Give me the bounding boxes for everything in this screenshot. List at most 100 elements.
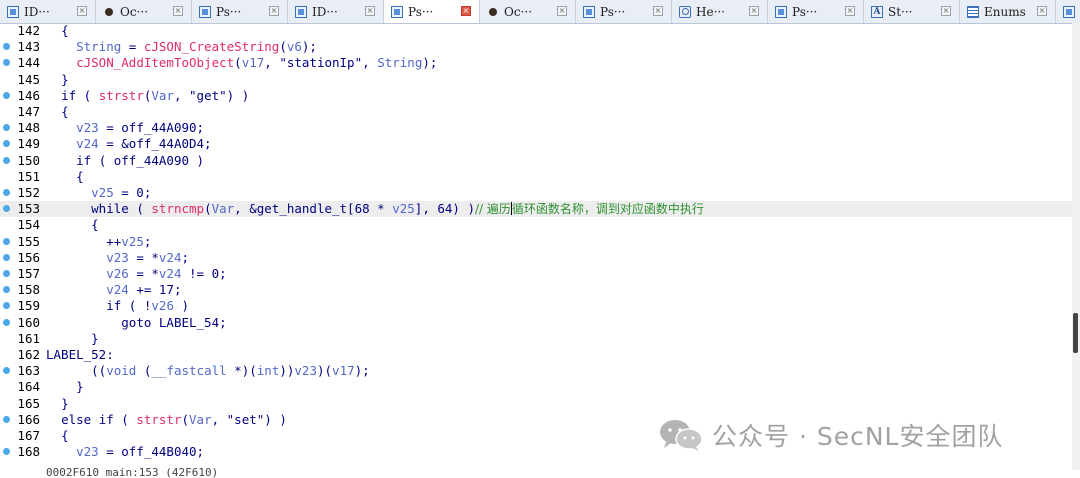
code-text: cJSON_AddItemToObject(v17, "stationIp", …	[46, 55, 437, 71]
tab-4[interactable]: Ps··· ×	[384, 0, 480, 23]
scrollbar-thumb[interactable]	[1073, 313, 1078, 353]
code-text: if ( off_44A090 )	[46, 153, 204, 169]
close-icon[interactable]: ×	[365, 6, 375, 16]
tab-11[interactable]: Im···×	[1056, 0, 1080, 23]
code-token: "stationIp"	[279, 55, 363, 71]
code-line[interactable]: 159 if ( !v26 )	[0, 298, 1072, 314]
wechat-icon	[658, 418, 704, 452]
code-token: = 0;	[113, 185, 152, 200]
close-icon[interactable]: ×	[461, 6, 471, 16]
tab-7[interactable]: He··· ×	[672, 0, 768, 23]
code-line[interactable]: 165 }	[0, 396, 1072, 412]
close-icon[interactable]: ×	[557, 6, 567, 16]
code-line[interactable]: 147 {	[0, 104, 1072, 120]
close-icon[interactable]: ×	[941, 6, 951, 16]
code-token: v23	[294, 363, 317, 379]
code-token: strncmp	[151, 201, 205, 217]
code-text: while ( strncmp(Var, &get_handle_t[68 * …	[46, 201, 704, 217]
code-token: (	[128, 201, 152, 217]
code-token: ( off_44A090 )	[91, 152, 205, 168]
code-token: (	[204, 201, 212, 217]
tab-label: St···	[888, 4, 913, 19]
line-number: 159	[17, 298, 40, 314]
current-code-line[interactable]: 153 while ( strncmp(Var, &get_handle_t[6…	[0, 201, 1072, 218]
tab-8[interactable]: Ps··· ×	[768, 0, 864, 23]
close-icon[interactable]: ×	[269, 6, 279, 16]
code-line[interactable]: 160 goto LABEL_54;	[0, 315, 1072, 331]
code-line[interactable]: 164 }	[0, 379, 1072, 395]
code-line[interactable]: 154 {	[0, 217, 1072, 233]
close-icon[interactable]: ×	[173, 6, 183, 16]
code-line[interactable]: 157 v26 = *v24 != 0;	[0, 266, 1072, 282]
line-number: 146	[17, 87, 40, 103]
code-token: {	[61, 428, 69, 443]
line-number: 153	[17, 201, 40, 217]
code-text: ((void (__fastcall *)(int))v23)(v17);	[46, 363, 370, 379]
close-icon[interactable]: ×	[749, 6, 759, 16]
code-line[interactable]: 148 v23 = off_44A090;	[0, 120, 1072, 136]
code-line[interactable]: 143 String = cJSON_CreateString(v6);	[0, 39, 1072, 55]
doc-icon	[7, 5, 19, 18]
code-line[interactable]: 151 {	[0, 169, 1072, 185]
code-token: while	[91, 201, 129, 217]
code-line[interactable]: 156 v23 = *v24;	[0, 250, 1072, 266]
code-token: cJSON_CreateString	[143, 39, 280, 55]
code-token: = off_44A090;	[98, 120, 205, 136]
code-line[interactable]: 162 LABEL_52:	[0, 347, 1072, 363]
tab-1[interactable]: Oc··· ×	[96, 0, 192, 23]
code-text: v24 = &off_44A0D4;	[46, 136, 212, 152]
code-token: void	[106, 363, 137, 379]
tab-3[interactable]: ID··· ×	[288, 0, 384, 23]
code-line[interactable]: 144 cJSON_AddItemToObject(v17, "stationI…	[0, 55, 1072, 71]
tab-label: Oc···	[120, 4, 149, 19]
tab-5[interactable]: Oc··· ×	[480, 0, 576, 23]
enum-icon	[967, 5, 979, 18]
code-token: = &off_44A0D4;	[98, 136, 212, 152]
line-number: 152	[17, 185, 40, 200]
code-token: String	[76, 39, 122, 55]
code-line[interactable]: 161 }	[0, 331, 1072, 347]
close-icon[interactable]: ×	[653, 6, 663, 16]
close-icon[interactable]: ×	[1037, 6, 1047, 16]
code-line[interactable]: 145 }	[0, 72, 1072, 88]
tab-6[interactable]: Ps··· ×	[576, 0, 672, 23]
code-line[interactable]: 155 ++v25;	[0, 234, 1072, 250]
code-token: {	[91, 217, 99, 233]
line-number: 157	[17, 266, 40, 281]
code-line[interactable]: 150 if ( off_44A090 )	[0, 153, 1072, 169]
code-line[interactable]: 158 v24 += 17;	[0, 282, 1072, 298]
code-text: }	[46, 379, 84, 395]
code-token: v24	[106, 282, 129, 298]
status-bar-address: 0002F610 main:153 (42F610)	[46, 468, 219, 478]
line-number: 162	[17, 347, 40, 362]
code-token: v23	[76, 120, 99, 136]
tab-9[interactable]: A St··· ×	[864, 0, 960, 23]
code-line[interactable]: 142 {	[0, 23, 1072, 39]
line-number: 154	[17, 217, 40, 233]
code-token: (	[76, 87, 99, 103]
code-token: v25	[91, 185, 114, 200]
code-line[interactable]: 149 v24 = &off_44A0D4;	[0, 136, 1072, 152]
code-token: );	[354, 363, 370, 379]
close-icon[interactable]: ×	[845, 6, 855, 16]
tab-label: Ps···	[600, 4, 626, 19]
tab-10[interactable]: Enums ×	[960, 0, 1056, 23]
code-line[interactable]: 152 v25 = 0;	[0, 185, 1072, 201]
code-token: goto LABEL_54;	[121, 314, 227, 330]
tab-2[interactable]: Ps··· ×	[192, 0, 288, 23]
line-number: 147	[17, 104, 40, 119]
code-line[interactable]: 146 if ( strstr(Var, "get") )	[0, 88, 1072, 104]
vertical-scrollbar[interactable]	[1072, 23, 1080, 470]
code-token: ,	[362, 55, 378, 71]
code-token: }	[61, 71, 69, 87]
code-text: {	[46, 217, 99, 233]
line-number: 168	[17, 444, 40, 460]
line-number: 164	[17, 379, 40, 395]
code-line[interactable]: 163 ((void (__fastcall *)(int))v23)(v17)…	[0, 363, 1072, 379]
close-icon[interactable]: ×	[77, 6, 87, 16]
tab-0[interactable]: ID··· ×	[0, 0, 96, 23]
pseudocode-view[interactable]: 142 {143 String = cJSON_CreateString(v6)…	[0, 23, 1080, 468]
code-token: {	[61, 104, 69, 119]
code-token: "get"	[189, 87, 227, 103]
line-number: 158	[17, 282, 40, 298]
